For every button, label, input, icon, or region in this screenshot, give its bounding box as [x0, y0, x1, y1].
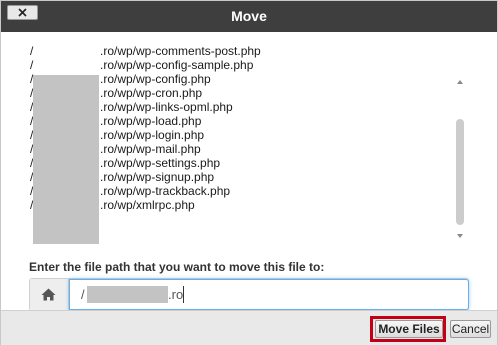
- dialog-titlebar: Move: [1, 1, 497, 32]
- file-path: .ro/wp/wp-load.php: [100, 114, 202, 128]
- destination-prompt: Enter the file path that you want to mov…: [29, 260, 325, 274]
- file-path: .ro/wp/wp-login.php: [100, 128, 205, 142]
- file-path: .ro/wp/wp-config.php: [100, 72, 211, 86]
- file-path: .ro/wp/xmlrpc.php: [100, 198, 195, 212]
- file-path: .ro/wp/wp-mail.php: [100, 142, 201, 156]
- file-path: .ro/wp/wp-signup.php: [100, 170, 215, 184]
- file-path: .ro/wp/wp-cron.php: [100, 86, 203, 100]
- file-path-root: /: [30, 58, 34, 72]
- destination-path-field: / .ro: [29, 278, 469, 311]
- file-list-item: / .ro/wp/wp-comments-post.php: [30, 44, 450, 58]
- text-caret: [183, 286, 184, 303]
- file-path: .ro/wp/wp-trackback.php: [100, 184, 231, 198]
- file-path: .ro/wp/wp-links-opml.php: [100, 100, 233, 114]
- scroll-up-icon[interactable]: [454, 76, 466, 88]
- home-addon: [30, 279, 69, 310]
- redacted-domain-block: [87, 286, 168, 303]
- destination-path-input[interactable]: / .ro: [69, 279, 469, 310]
- dialog-title: Move: [231, 8, 267, 24]
- home-icon: [41, 288, 56, 301]
- scroll-down-icon[interactable]: [454, 230, 466, 242]
- file-list-item: / .ro/wp/wp-config-sample.php: [30, 58, 450, 72]
- file-path: .ro/wp/wp-config-sample.php: [100, 58, 254, 72]
- file-path: .ro/wp/wp-settings.php: [100, 156, 221, 170]
- destination-path-suffix: .ro: [168, 287, 184, 302]
- redacted-domain-block: [33, 75, 99, 244]
- dialog-footer: Move Files Cancel: [1, 310, 497, 345]
- file-path: .ro/wp/wp-comments-post.php: [100, 44, 261, 58]
- move-files-button[interactable]: Move Files: [375, 320, 443, 338]
- dialog-body: / .ro/wp/wp-comments-post.php / .ro/wp/wp-…: [2, 32, 478, 311]
- scrollbar-thumb[interactable]: [456, 119, 464, 225]
- file-list-scrollbar[interactable]: [453, 76, 467, 242]
- file-path-root: /: [30, 44, 34, 58]
- move-dialog: Move / .ro/wp/wp-comments-post.php / .ro/w…: [0, 0, 498, 345]
- cancel-button[interactable]: Cancel: [450, 320, 491, 338]
